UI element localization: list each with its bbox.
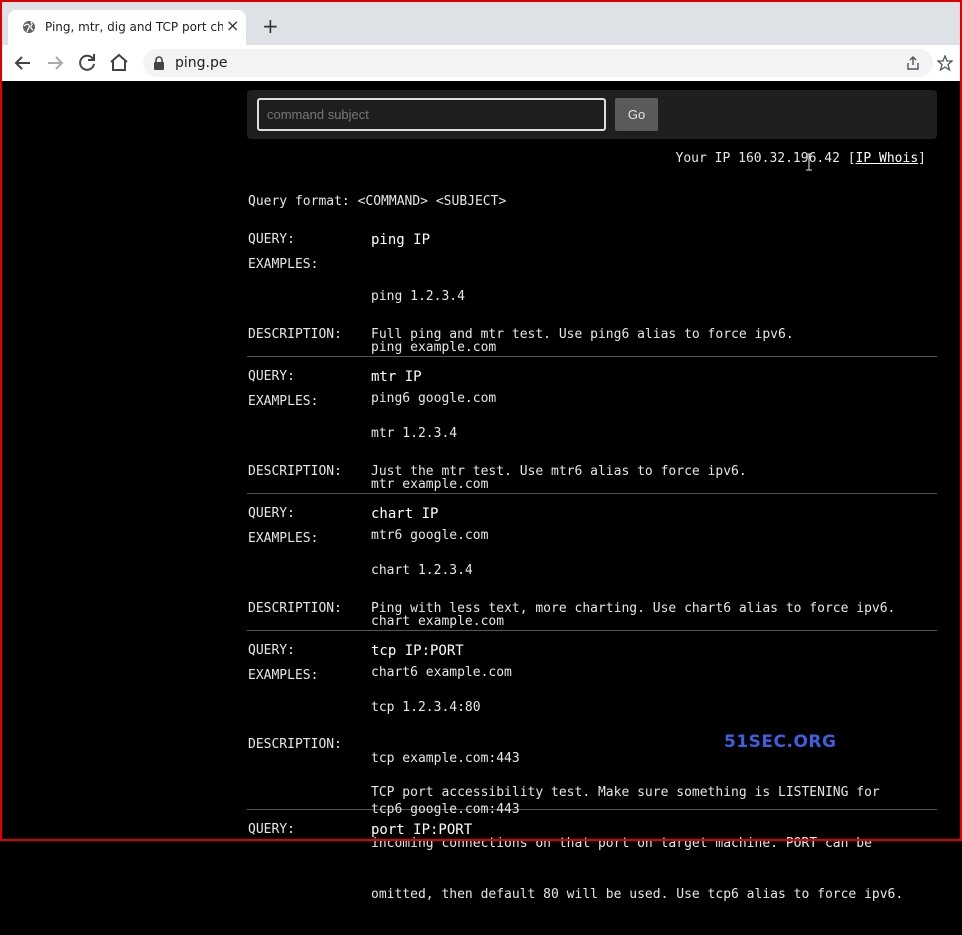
text-cursor-icon (806, 153, 812, 171)
description-label: DESCRIPTION: (248, 601, 342, 616)
query-value: port IP:PORT (371, 822, 473, 838)
new-tab-button[interactable]: + (262, 16, 279, 36)
description-text: TCP port accessibility test. Make sure s… (371, 785, 880, 800)
query-label: QUERY: (248, 232, 295, 247)
example: tcp 1.2.3.4:80 (371, 700, 481, 715)
ip-whois-link[interactable]: IP Whois (856, 151, 919, 166)
examples-label: EXAMPLES: (248, 394, 319, 409)
description-text: Just the mtr test. Use mtr6 alias to for… (371, 464, 747, 479)
example: ping 1.2.3.4 (371, 289, 465, 304)
browser-toolbar: ping.pe (0, 45, 962, 81)
description-label: DESCRIPTION: (248, 327, 342, 342)
your-ip-suffix: ] (918, 151, 926, 166)
description-label: DESCRIPTION: (248, 464, 342, 479)
your-ip-info: Your IP 160.32.196.42 [IP Whois] (676, 151, 926, 166)
query-value: ping IP (371, 232, 431, 248)
query-value: tcp IP:PORT (371, 643, 464, 659)
description-text: Full ping and mtr test. Use ping6 alias … (371, 327, 794, 342)
description-text: omitted, then default 80 will be used. U… (371, 887, 904, 902)
command-block: QUERY: ping IP EXAMPLES: ping 1.2.3.4 pin… (247, 226, 937, 406)
command-block: QUERY: tcp IP:PORT EXAMPLES: tcp 1.2.3.4:… (247, 637, 937, 902)
command-input[interactable] (257, 98, 606, 131)
command-block: QUERY: port IP:PORT (247, 816, 937, 838)
bookmark-star-icon[interactable] (937, 55, 953, 71)
example: mtr 1.2.3.4 (371, 426, 458, 441)
query-label: QUERY: (248, 369, 295, 384)
description-label: DESCRIPTION: (248, 737, 342, 752)
examples-label: EXAMPLES: (248, 257, 319, 272)
close-tab-icon[interactable]: × (226, 18, 239, 34)
url-text: ping.pe (175, 55, 228, 71)
command-search-bar: Go (247, 90, 937, 139)
lock-icon (154, 56, 164, 70)
examples-label: EXAMPLES: (248, 668, 319, 683)
your-ip-text: Your IP 160.32.196.42 [ (675, 151, 856, 166)
description-text: Ping with less text, more charting. Use … (371, 601, 896, 616)
command-block: QUERY: chart IP EXAMPLES: chart 1.2.3.4 c… (247, 500, 937, 680)
tab-title: Ping, mtr, dig and TCP port check (45, 20, 223, 34)
query-label: QUERY: (248, 822, 295, 837)
address-bar[interactable]: ping.pe (143, 49, 933, 77)
go-button[interactable]: Go (615, 98, 658, 131)
query-value: chart IP (371, 506, 439, 522)
reload-icon[interactable] (75, 51, 99, 75)
forward-arrow-icon[interactable] (43, 51, 67, 75)
query-label: QUERY: (248, 643, 295, 658)
query-format: Query format: <COMMAND> <SUBJECT> (248, 194, 507, 209)
query-label: QUERY: (248, 506, 295, 521)
tab-strip: Ping, mtr, dig and TCP port check × + (0, 0, 962, 45)
examples-label: EXAMPLES: (248, 531, 319, 546)
query-value: mtr IP (371, 369, 422, 385)
globe-icon (23, 21, 35, 33)
share-icon[interactable] (905, 55, 921, 71)
home-icon[interactable] (107, 51, 131, 75)
example: chart 1.2.3.4 (371, 563, 473, 578)
command-block: QUERY: mtr IP EXAMPLES: mtr 1.2.3.4 mtr e… (247, 363, 937, 543)
back-arrow-icon[interactable] (11, 51, 35, 75)
watermark: 51SEC.ORG (724, 732, 837, 752)
browser-tab[interactable]: Ping, mtr, dig and TCP port check × (8, 10, 246, 45)
